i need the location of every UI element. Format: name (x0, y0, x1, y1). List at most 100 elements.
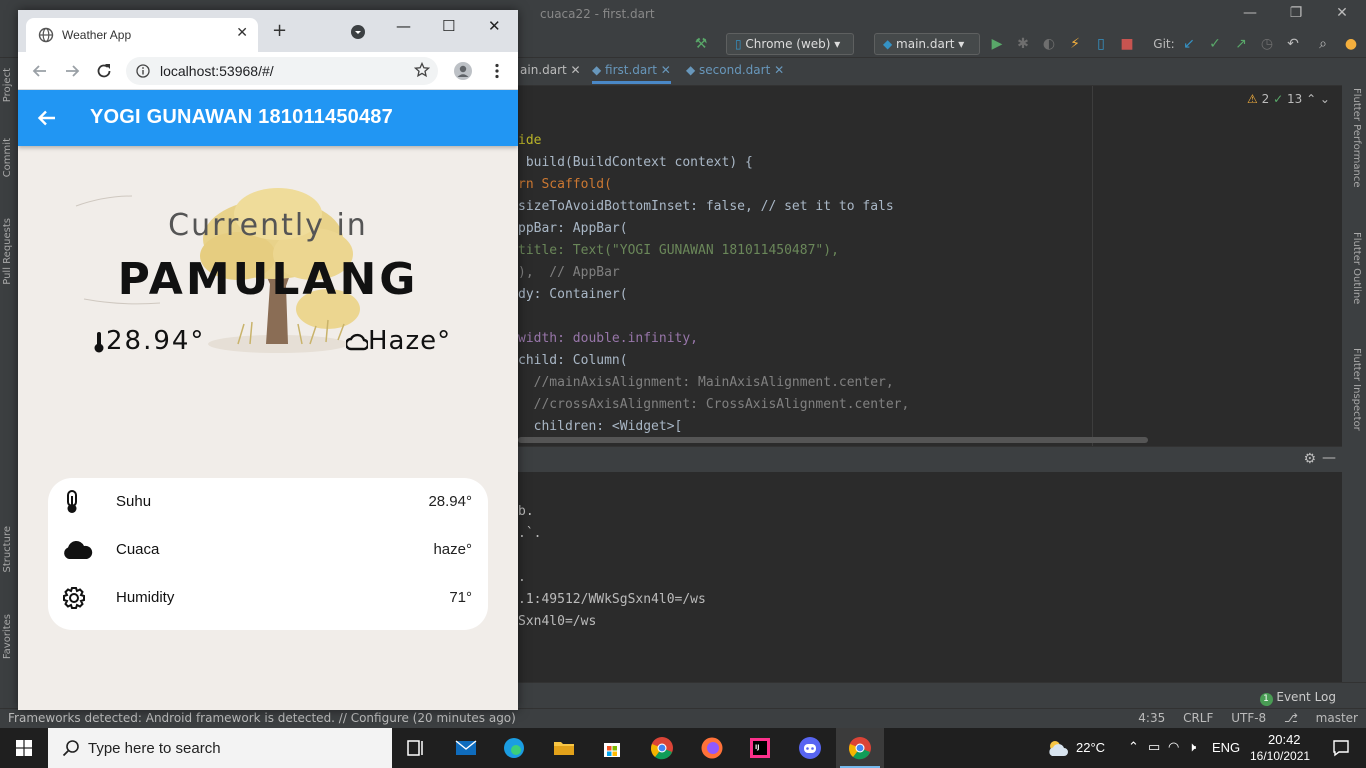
profile-icon[interactable] (454, 62, 472, 80)
file-encoding[interactable]: UTF-8 (1231, 711, 1266, 725)
gear-icon (63, 587, 85, 609)
inspection-widget[interactable]: ⚠ 2 ✓ 13 ⌃ ⌄ (1247, 92, 1330, 106)
git-branch[interactable]: ⎇ master (1284, 711, 1358, 725)
taskbar-discord[interactable] (786, 728, 834, 768)
forward-icon[interactable] (62, 61, 82, 81)
back-icon[interactable] (30, 61, 50, 81)
detail-row-cuaca[interactable]: Cuaca haze° (48, 526, 488, 574)
search-icon (62, 740, 79, 757)
editor-tab-first[interactable]: ◆ first.dart ✕ (592, 63, 671, 84)
taskbar-file-explorer[interactable] (540, 728, 588, 768)
ide-updates-icon[interactable]: ● (1342, 35, 1360, 53)
debug-icon[interactable]: ✱ (1014, 35, 1032, 53)
network-icon[interactable]: ◠ (1168, 739, 1179, 755)
detail-row-suhu[interactable]: Suhu 28.94° (48, 478, 488, 526)
browser-tab[interactable]: Weather App ✕ (26, 18, 258, 52)
taskbar-search-placeholder: Type here to search (88, 740, 221, 757)
git-update-icon[interactable]: ↙ (1180, 35, 1198, 53)
tool-tab-flutter-inspector[interactable]: Flutter Inspector (1348, 348, 1362, 431)
tool-tab-flutter-outline[interactable]: Flutter Outline (1348, 232, 1362, 304)
status-message[interactable]: Frameworks detected: Android framework i… (8, 711, 516, 725)
ide-close-button[interactable]: ✕ (1332, 5, 1352, 21)
hot-reload-icon[interactable]: ⚡ (1066, 35, 1084, 53)
editor-tab-main[interactable]: ain.dart ✕ (520, 63, 581, 77)
taskbar-store[interactable] (588, 728, 636, 768)
battery-icon[interactable]: ▭ (1148, 739, 1160, 755)
tool-tab-flutter-performance[interactable]: Flutter Performance (1348, 88, 1362, 188)
currently-in-label: Currently in (168, 208, 368, 243)
tray-weather-temp[interactable]: 22°C (1076, 740, 1105, 755)
browser-maximize-button[interactable]: ☐ (442, 17, 455, 35)
close-icon[interactable]: ✕ (774, 63, 784, 77)
run-icon[interactable]: ▶ (988, 35, 1006, 53)
clock-date[interactable]: 16/10/2021 (1250, 749, 1310, 763)
clock-time[interactable]: 20:42 (1268, 732, 1301, 747)
input-language[interactable]: ENG (1212, 740, 1240, 755)
browser-close-button[interactable]: ✕ (488, 17, 501, 35)
kebab-menu-icon[interactable] (488, 62, 506, 80)
history-icon[interactable]: ◷ (1258, 35, 1276, 53)
caret-position[interactable]: 4:35 (1138, 711, 1165, 725)
right-tool-strip: Flutter Performance Flutter Outline Flut… (1342, 58, 1366, 710)
ide-maximize-button[interactable]: ❐ (1286, 5, 1306, 21)
ide-minimize-button[interactable]: — (1240, 5, 1260, 21)
console-line: .`. (518, 526, 542, 541)
bookmark-star-icon[interactable] (414, 62, 430, 78)
editor-tab-second[interactable]: ◆ second.dart ✕ (686, 63, 784, 77)
notification-icon[interactable] (1332, 739, 1350, 757)
reload-icon[interactable] (94, 61, 114, 81)
browser-minimize-button[interactable]: — (396, 17, 411, 35)
cloud-icon (346, 333, 368, 350)
run-config-selector[interactable]: ◆ main.dart ▾ (874, 33, 980, 55)
taskbar-firefox[interactable] (688, 728, 736, 768)
line-separator[interactable]: CRLF (1183, 711, 1213, 725)
stop-icon[interactable]: ■ (1118, 35, 1136, 53)
code-editor[interactable]: ⚠ 2 ✓ 13 ⌃ ⌄ ide build(BuildContext cont… (518, 86, 1342, 446)
editor-horizontal-scrollbar[interactable] (518, 437, 1148, 443)
tool-tab-pull-requests[interactable]: Pull Requests (2, 218, 16, 285)
git-branch-label: master (1315, 711, 1358, 725)
info-icon[interactable] (136, 64, 150, 78)
rollback-icon[interactable]: ↶ (1284, 35, 1302, 53)
taskbar-edge[interactable] (490, 728, 538, 768)
run-console[interactable]: b. .`.. .1:49512/WWkSgSxn4l0=/ws Sxn4l0=/ws (518, 472, 1342, 682)
tool-tab-favorites[interactable]: Favorites (2, 614, 16, 659)
run-panel-header: ⚙ — (518, 446, 1342, 472)
new-tab-button[interactable]: + (272, 22, 287, 40)
task-view-button[interactable] (392, 728, 440, 768)
code-line: width: double.infinity, (518, 331, 699, 346)
close-icon[interactable]: ✕ (236, 25, 248, 41)
start-button[interactable] (0, 728, 48, 768)
device-selector[interactable]: ▯ Chrome (web) ▾ (726, 33, 854, 55)
profile-run-icon[interactable]: ◐ (1040, 35, 1058, 53)
close-icon[interactable]: ✕ (661, 63, 671, 77)
chrome-icon (651, 737, 673, 760)
hot-restart-icon[interactable]: ▯ (1092, 35, 1110, 53)
chevron-up-icon[interactable]: ⌃ (1128, 739, 1139, 755)
taskbar-intellij[interactable]: IJ (736, 728, 784, 768)
address-bar[interactable]: localhost:53968/#/ (126, 57, 438, 85)
taskbar-search-box[interactable]: Type here to search (48, 728, 392, 768)
weather-cloud-icon[interactable] (1046, 738, 1070, 758)
gear-icon[interactable]: ⚙ (1303, 451, 1316, 467)
url-text: localhost:53968/#/ (160, 63, 274, 79)
tool-tab-project[interactable]: Project (2, 68, 16, 102)
detail-row-humidity[interactable]: Humidity 71° (48, 574, 488, 622)
volume-icon[interactable]: 🕨 (1188, 739, 1196, 755)
hero-section: Currently in PAMULANG 28.94° Haze° (18, 146, 518, 426)
hide-panel-icon[interactable]: — (1322, 450, 1336, 466)
tool-tab-structure[interactable]: Structure (2, 526, 16, 573)
arrow-back-icon[interactable] (36, 107, 58, 129)
build-hammer-icon[interactable]: ⚒ (692, 35, 710, 53)
event-log-button[interactable]: 1 Event Log (1259, 690, 1336, 706)
taskbar-mail[interactable] (442, 728, 490, 768)
taskbar-chrome[interactable] (638, 728, 686, 768)
tab-search-icon[interactable] (350, 24, 366, 40)
close-icon[interactable]: ✕ (571, 63, 581, 77)
detail-value: 71° (449, 589, 472, 606)
taskbar-chrome-active[interactable] (836, 728, 884, 768)
git-commit-icon[interactable]: ✓ (1206, 35, 1224, 53)
tool-tab-commit[interactable]: Commit (2, 138, 16, 177)
search-everywhere-icon[interactable]: ⌕ (1314, 35, 1332, 53)
git-push-icon[interactable]: ↗ (1232, 35, 1250, 53)
